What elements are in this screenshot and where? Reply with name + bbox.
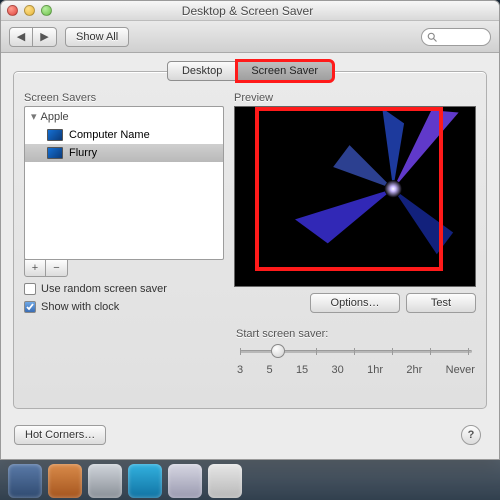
forward-button[interactable]: ▶ — [33, 27, 57, 47]
slider-tick-label: Never — [446, 364, 475, 376]
add-remove-segment: + − — [24, 259, 224, 277]
window-title: Desktop & Screen Saver — [52, 4, 443, 18]
list-item[interactable]: Flurry — [25, 144, 223, 162]
slider-tick — [354, 348, 355, 355]
chevron-right-icon: ▶ — [40, 30, 48, 43]
highlight-box — [259, 111, 439, 267]
slider-tick-label: 15 — [296, 364, 308, 376]
tab-bar: Desktop Screen Saver — [14, 61, 486, 81]
checkbox-checked-icon — [24, 301, 36, 313]
search-wrap — [421, 28, 491, 46]
screensavers-header: Screen Savers — [24, 92, 224, 104]
search-icon — [426, 31, 438, 43]
tab-screensaver-label: Screen Saver — [251, 65, 318, 77]
show-all-button[interactable]: Show All — [65, 27, 129, 47]
slider-tick-label: 3 — [237, 364, 243, 376]
dock-app-icon[interactable] — [88, 464, 122, 498]
columns: Screen Savers ▾ Apple Computer Name Flurr… — [24, 92, 476, 313]
slider-tick-label: 5 — [266, 364, 272, 376]
add-button[interactable]: + — [24, 259, 46, 277]
start-slider[interactable] — [236, 342, 476, 364]
zoom-icon[interactable] — [41, 5, 52, 16]
content-panel: Desktop Screen Saver Screen Savers ▾Appl… — [13, 71, 487, 409]
screensaver-thumb-icon — [47, 129, 63, 141]
screensaver-list[interactable]: ▾ Apple Computer Name Flurry — [24, 106, 224, 260]
dock-app-icon[interactable] — [128, 464, 162, 498]
start-slider-block: Start screen saver: 3 5 15 30 1hr 2hr Ne… — [236, 328, 476, 376]
help-button[interactable]: ? — [461, 425, 481, 445]
slider-tick — [316, 348, 317, 355]
dock-app-icon[interactable] — [168, 464, 202, 498]
hot-corners-button[interactable]: Hot Corners… — [14, 425, 106, 445]
disclosure-triangle-icon: ▾ — [31, 111, 37, 123]
titlebar: Desktop & Screen Saver — [1, 1, 499, 21]
preview-header: Preview — [234, 92, 476, 104]
chevron-left-icon: ◀ — [17, 30, 25, 43]
options-label: Options… — [331, 297, 380, 309]
dock-app-icon[interactable] — [48, 464, 82, 498]
options-button[interactable]: Options… — [310, 293, 400, 313]
slider-tick-labels: 3 5 15 30 1hr 2hr Never — [236, 364, 476, 376]
window-controls — [7, 5, 52, 16]
tab-desktop-label: Desktop — [182, 65, 222, 77]
random-checkbox-label: Use random screen saver — [41, 283, 167, 295]
clock-checkbox-label: Show with clock — [41, 301, 119, 313]
minus-icon: − — [53, 262, 59, 274]
help-icon: ? — [468, 429, 475, 441]
tab-screensaver[interactable]: Screen Saver — [237, 61, 333, 81]
list-group-label: Apple — [41, 111, 69, 123]
slider-tick — [392, 348, 393, 355]
close-icon[interactable] — [7, 5, 18, 16]
list-item-label: Computer Name — [69, 129, 150, 141]
slider-tick — [468, 348, 469, 355]
checkbox-icon — [24, 283, 36, 295]
back-button[interactable]: ◀ — [9, 27, 33, 47]
remove-button[interactable]: − — [46, 259, 68, 277]
list-item-label: Flurry — [69, 147, 97, 159]
list-item[interactable]: Computer Name — [25, 126, 223, 144]
prefs-window: Desktop & Screen Saver ◀ ▶ Show All Desk… — [0, 0, 500, 460]
dock-app-icon[interactable] — [8, 464, 42, 498]
slider-tick — [240, 348, 241, 355]
minimize-icon[interactable] — [24, 5, 35, 16]
plus-icon: + — [32, 262, 38, 274]
show-all-label: Show All — [76, 31, 118, 43]
preview-buttons: Options… Test — [234, 293, 476, 313]
slider-tick-label: 2hr — [406, 364, 422, 376]
slider-knob[interactable] — [271, 344, 285, 358]
slider-tick — [430, 348, 431, 355]
list-group-apple[interactable]: ▾ Apple — [25, 107, 223, 126]
nav-segment: ◀ ▶ — [9, 27, 57, 47]
screensaver-thumb-icon — [47, 147, 63, 159]
test-button[interactable]: Test — [406, 293, 476, 313]
right-column: Preview — [234, 92, 476, 313]
test-label: Test — [431, 297, 451, 309]
preview-area — [234, 106, 476, 287]
clock-checkbox-row[interactable]: Show with clock — [24, 301, 224, 313]
toolbar: ◀ ▶ Show All — [1, 21, 499, 53]
random-checkbox-row[interactable]: Use random screen saver — [24, 283, 224, 295]
left-column: Screen Savers ▾ Apple Computer Name Flurr… — [24, 92, 224, 313]
tab-desktop[interactable]: Desktop — [167, 61, 237, 81]
slider-tick-label: 30 — [332, 364, 344, 376]
slider-tick-label: 1hr — [367, 364, 383, 376]
slider-label: Start screen saver: — [236, 328, 476, 340]
hot-corners-label: Hot Corners… — [25, 429, 95, 441]
dock — [0, 460, 500, 500]
dock-app-icon[interactable] — [208, 464, 242, 498]
